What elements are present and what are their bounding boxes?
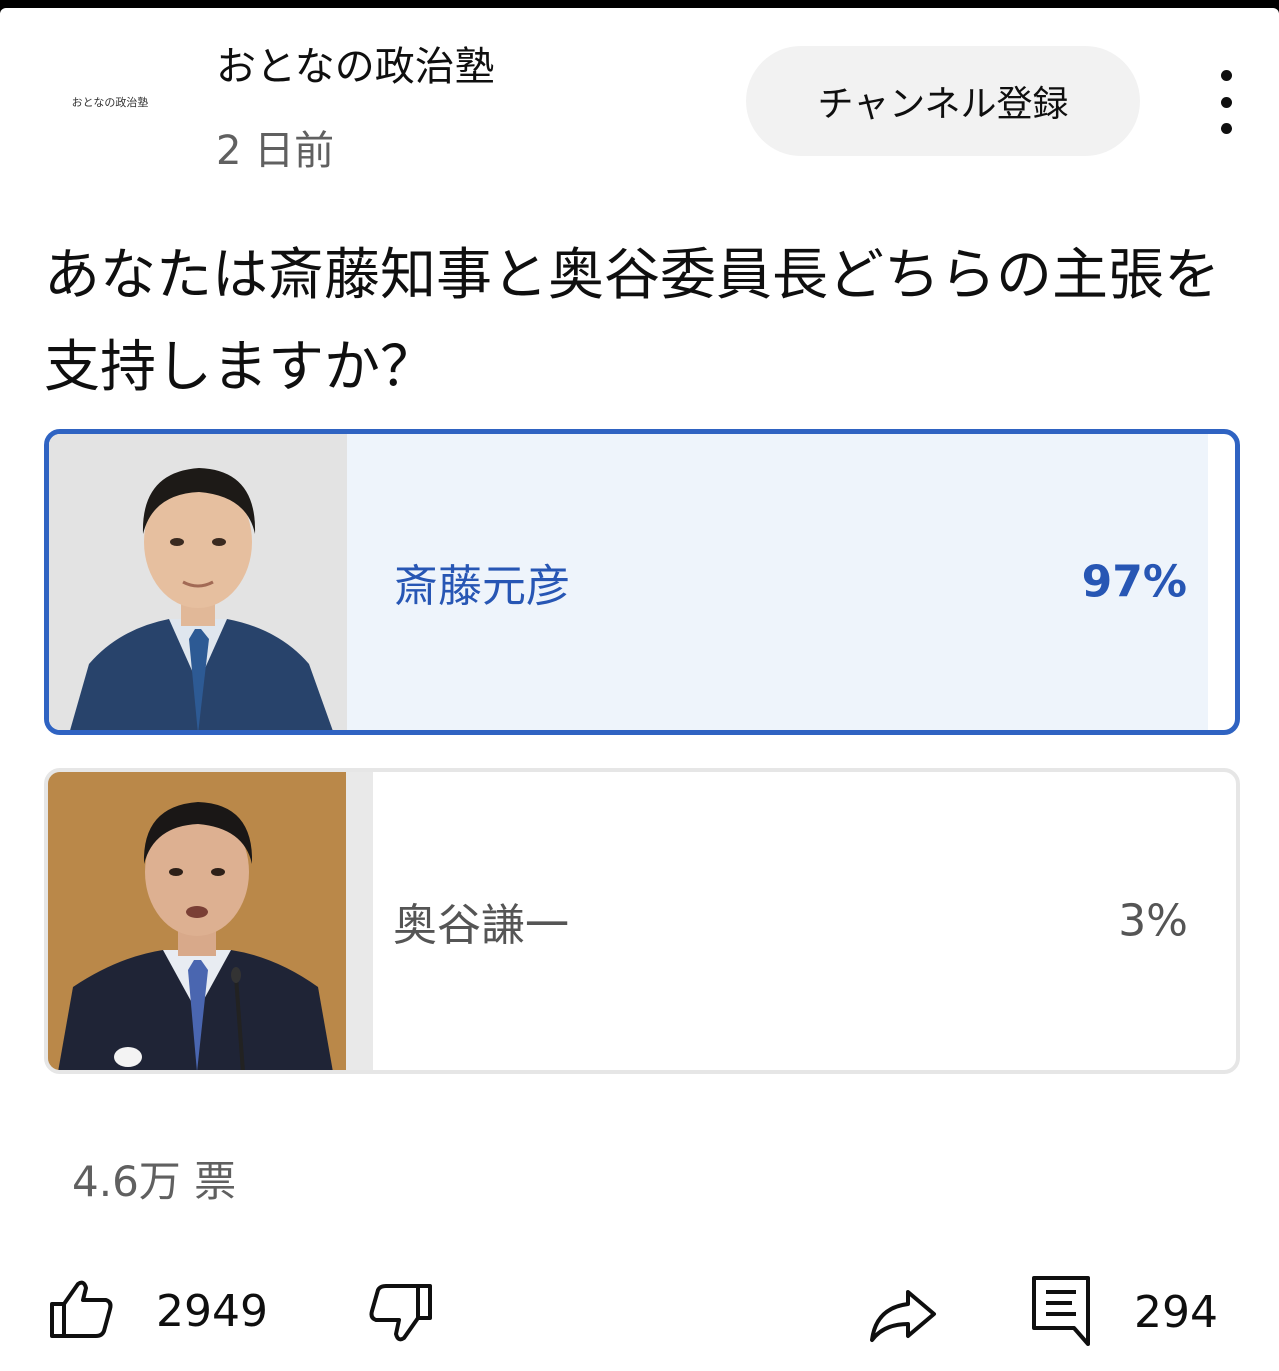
post-card: おとなの政治塾 おとなの政治塾 2 日前 チャンネル登録 あなたは斎藤知事と奥谷… [0, 8, 1279, 1371]
channel-name[interactable]: おとなの政治塾 [216, 34, 495, 92]
like-button[interactable]: 2949 [48, 1278, 268, 1344]
post-time: 2 日前 [216, 128, 335, 174]
comment-count: 294 [1134, 1286, 1218, 1338]
dislike-icon [364, 1280, 434, 1346]
share-button[interactable] [868, 1286, 940, 1348]
dislike-button[interactable] [364, 1280, 434, 1346]
comment-icon [1030, 1274, 1092, 1350]
poll-option-1[interactable]: 斎藤元彦 97% [44, 429, 1240, 735]
poll-option-2[interactable]: 奥谷謙一 3% [44, 768, 1240, 1074]
poll-question: あなたは斎藤知事と奥谷委員長どちらの主張を支持しますか？ [44, 243, 1220, 400]
like-icon [48, 1278, 116, 1344]
comment-button[interactable]: 294 [1030, 1274, 1218, 1350]
vote-count: 4.6万 票 [72, 1157, 237, 1206]
more-vert-icon[interactable] [1204, 70, 1248, 134]
poll-option-2-percent: 3% [1118, 895, 1188, 947]
like-count: 2949 [156, 1285, 268, 1337]
share-icon [868, 1286, 940, 1348]
subscribe-button[interactable]: チャンネル登録 [746, 46, 1140, 156]
poll-option-1-photo [49, 434, 347, 730]
avatar-text: おとなの政治塾 [71, 96, 149, 109]
poll-option-1-percent: 97% [1081, 556, 1187, 608]
poll-option-1-label: 斎藤元彦 [394, 561, 570, 612]
poll-option-2-label: 奥谷謙一 [393, 900, 569, 951]
channel-avatar[interactable]: おとなの政治塾 [30, 66, 190, 138]
poll-option-2-photo [48, 772, 346, 1070]
